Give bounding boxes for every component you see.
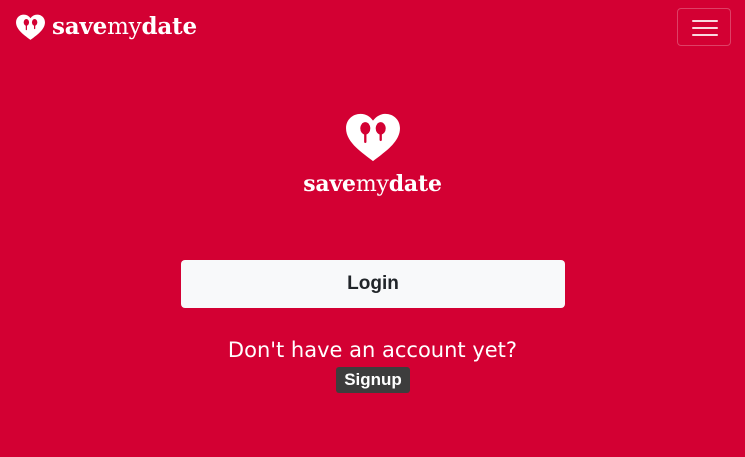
hamburger-menu-icon [692,20,718,36]
login-button[interactable]: Login [181,260,565,308]
brand-wordmark: savemydate [52,15,197,39]
hero-name-my: my [355,172,389,197]
heart-logo-icon [345,113,400,162]
heart-logo-icon [16,14,45,40]
signup-prompt-text: Don't have an account yet? [227,338,518,362]
brand-name-my: my [107,14,142,40]
navbar-toggler-button[interactable] [677,8,731,46]
hero-wordmark: savemydate [0,173,745,196]
brand-link[interactable]: savemydate [15,11,197,43]
navbar: savemydate [0,0,745,56]
hero-name-save: save [303,171,356,197]
brand-name-date: date [141,13,197,40]
brand-name-save: save [52,13,108,40]
hero-name-date: date [388,171,442,197]
signup-button[interactable]: Signup [336,367,410,393]
hero-logo: savemydate [0,112,745,196]
